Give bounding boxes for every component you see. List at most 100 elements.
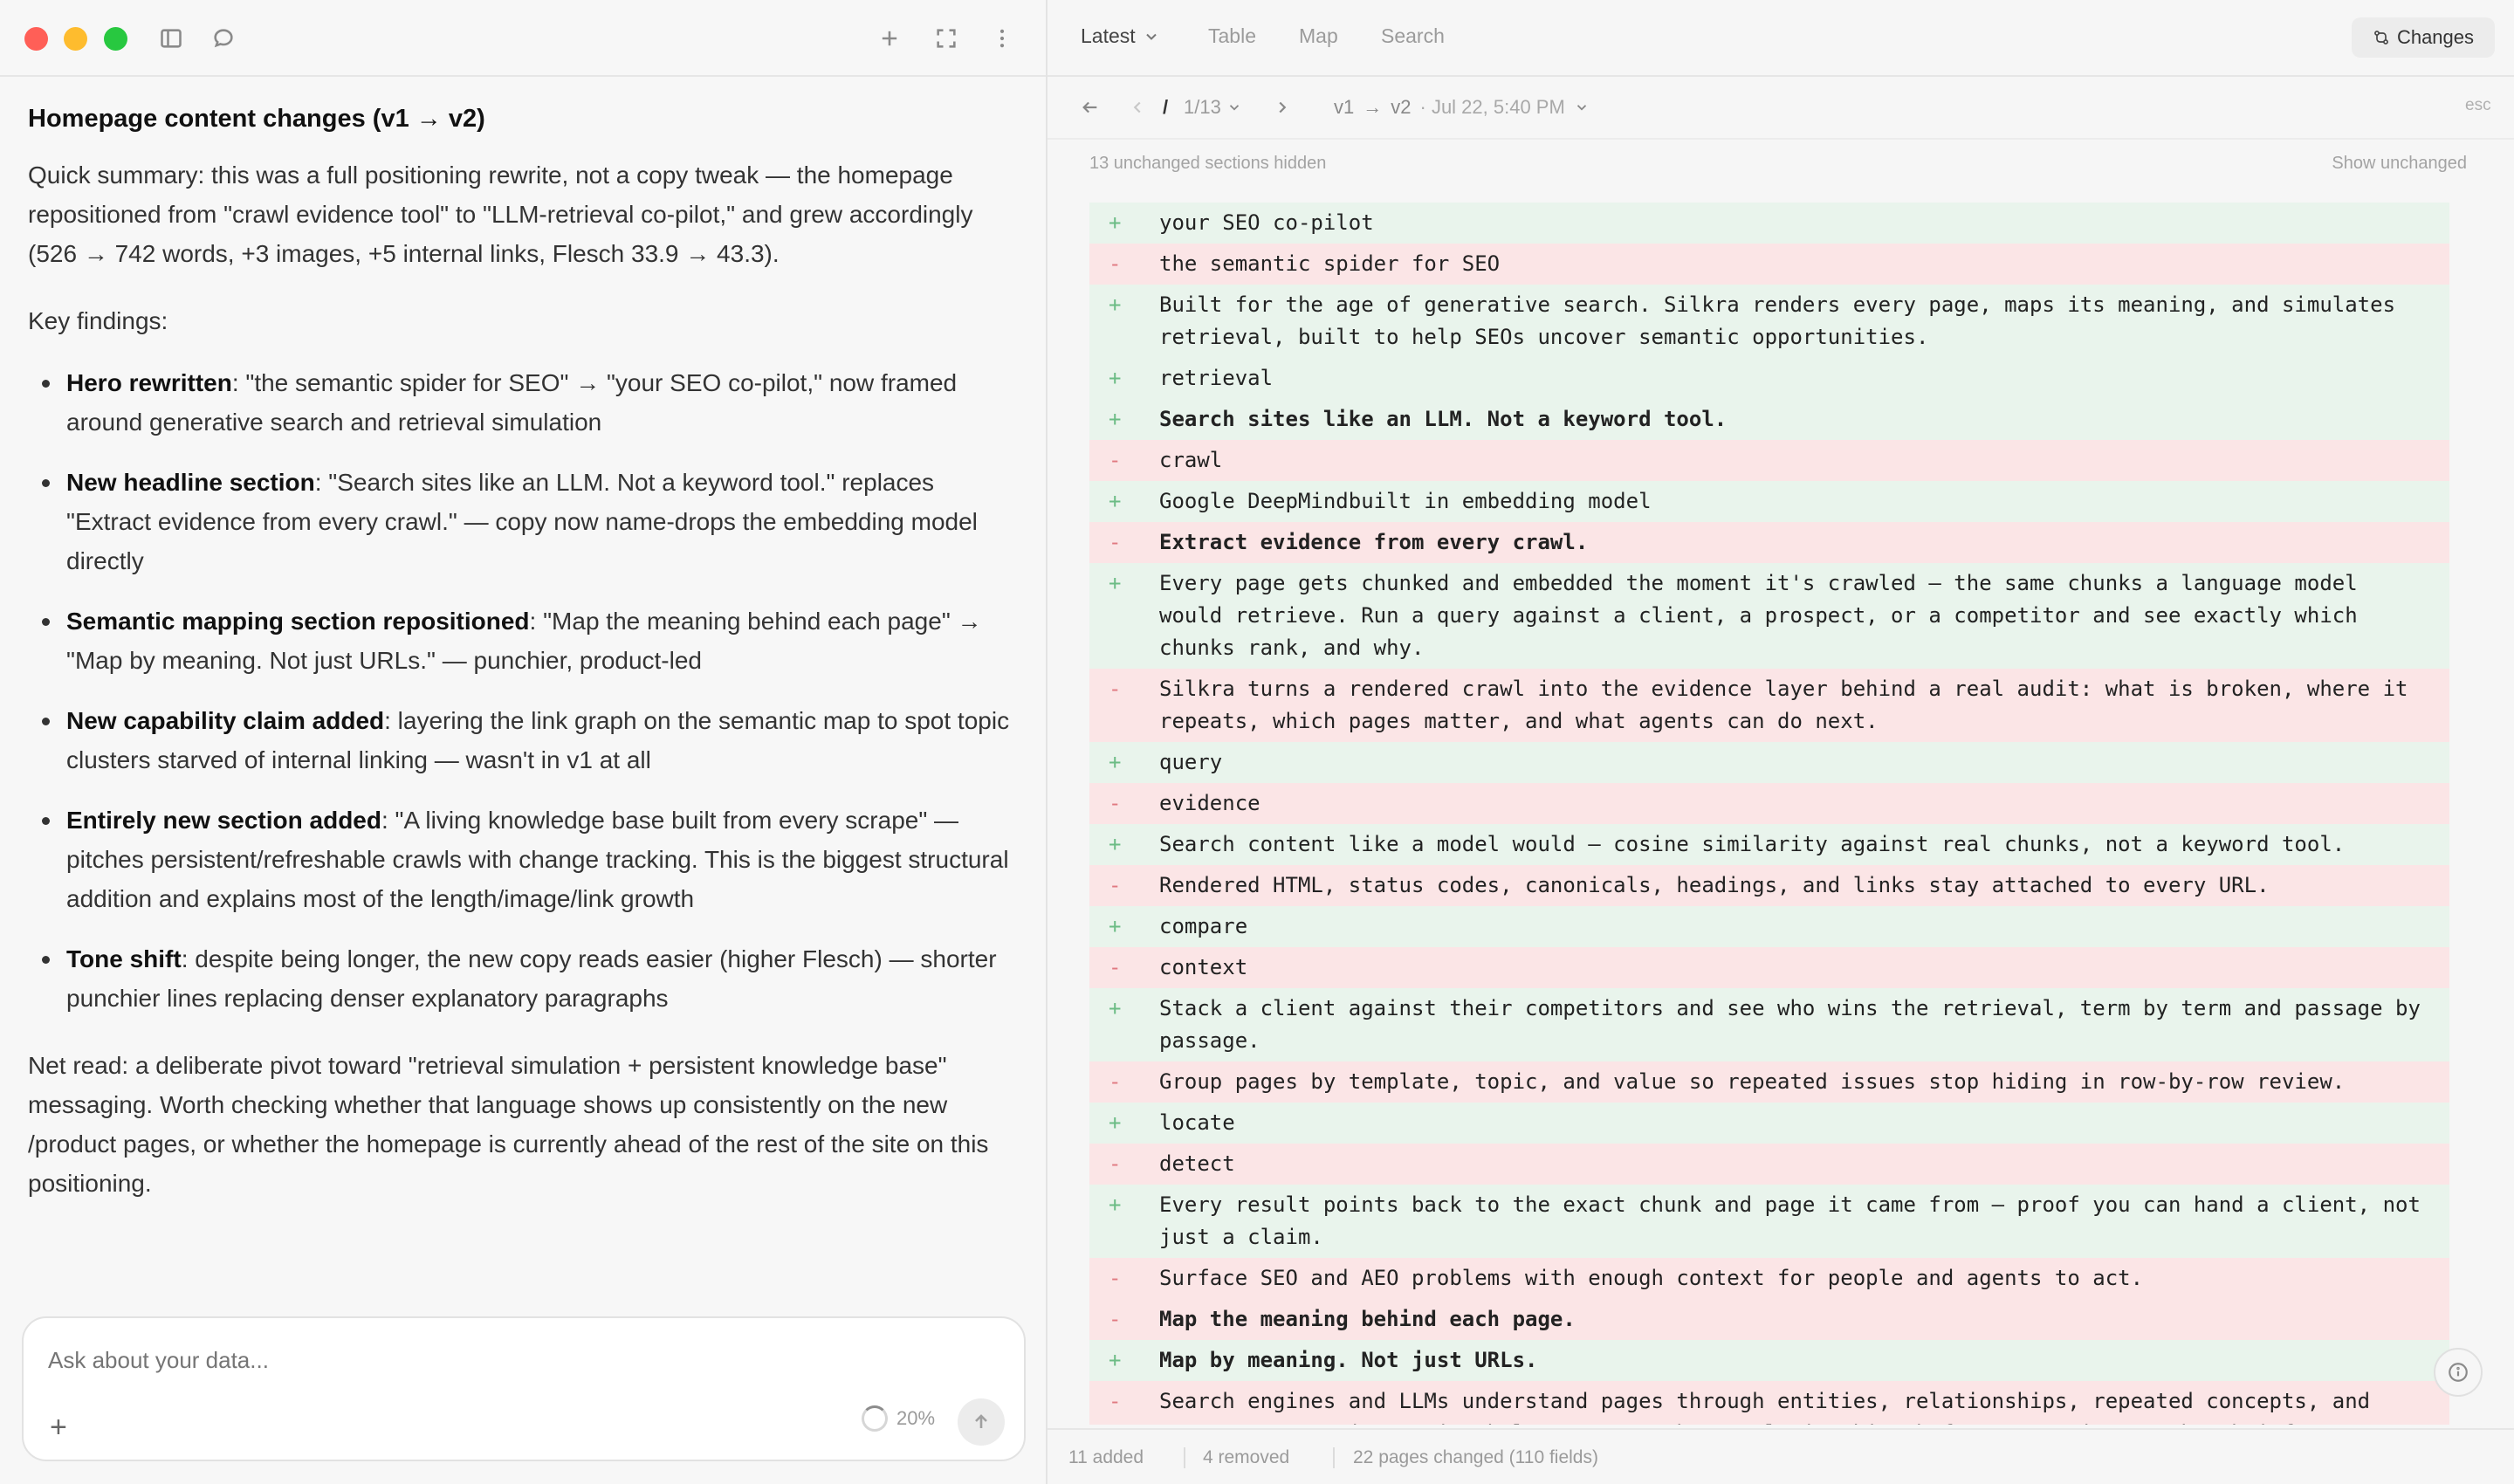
- removed-marker: -: [1109, 1389, 1122, 1413]
- close-window-button[interactable]: [24, 27, 48, 51]
- progress-ring-icon: [862, 1405, 888, 1432]
- to-version: v2: [1391, 96, 1412, 118]
- chevron-down-icon: [1576, 105, 1586, 111]
- diff-text: Rendered HTML, status codes, canonicals,…: [1159, 873, 2270, 897]
- diff-text: Map by meaning. Not just URLs.: [1159, 1348, 1538, 1372]
- diff-text: the semantic spider for SEO: [1159, 251, 1501, 276]
- unchanged-banner: 13 unchanged sections hidden Show unchan…: [1048, 150, 2514, 180]
- attach-plus-icon[interactable]: +: [50, 1412, 67, 1442]
- back-arrow-icon[interactable]: [1081, 98, 1100, 122]
- window-titlebar: [0, 0, 1046, 77]
- info-icon: [2449, 1363, 2468, 1382]
- tab-search[interactable]: Search: [1381, 24, 1445, 48]
- finding-title: Semantic mapping section repositioned: [66, 608, 530, 635]
- diff-row-added: + Map by meaning. Not just URLs.: [1089, 1340, 2449, 1381]
- prev-page-icon[interactable]: [1128, 98, 1147, 122]
- added-count: 11 added: [1068, 1447, 1144, 1467]
- expand-icon[interactable]: [929, 21, 964, 56]
- diff-text: Group pages by template, topic, and valu…: [1159, 1069, 2346, 1094]
- diff-text: Search content like a model would — cosi…: [1159, 832, 2346, 856]
- removed-count: 4 removed: [1203, 1447, 1290, 1467]
- diff-row-added: + Stack a client against their competitor…: [1089, 988, 2449, 1061]
- pages-changed-count: 22 pages changed (110 fields): [1353, 1447, 1598, 1467]
- info-button[interactable]: [2434, 1348, 2483, 1397]
- chat-bubble-icon[interactable]: [206, 21, 241, 56]
- diff-row-removed: - evidence: [1089, 783, 2449, 824]
- removed-marker: -: [1109, 1307, 1122, 1331]
- diff-text: retrieval: [1159, 366, 1274, 390]
- tab-table[interactable]: Table: [1208, 24, 1256, 48]
- diff-row-removed: - Search engines and LLMs understand page…: [1089, 1381, 2449, 1425]
- diff-row-added: + Search sites like an LLM. Not a keyword…: [1089, 399, 2449, 440]
- removed-marker: -: [1109, 1069, 1122, 1094]
- changes-label: Changes: [2396, 26, 2475, 48]
- diff-row-removed: - Silkra turns a rendered crawl into the …: [1089, 669, 2449, 742]
- finding-title: Entirely new section added: [66, 807, 381, 834]
- assistant-message: Homepage content changes (v1 → v2) Quick…: [28, 98, 1018, 1231]
- diff-text: compare: [1159, 914, 1248, 938]
- finding-text: : despite being longer, the new copy rea…: [66, 945, 997, 1012]
- tab-map[interactable]: Map: [1299, 24, 1338, 48]
- diff-text: context: [1159, 955, 1248, 979]
- minimize-window-button[interactable]: [64, 27, 87, 51]
- tab-latest[interactable]: Latest: [1081, 24, 1160, 48]
- diff-text: your SEO co-pilot: [1159, 210, 1374, 235]
- diff-text: Map the meaning behind each page.: [1159, 1307, 1576, 1331]
- diff-text: Search sites like an LLM. Not a keyword …: [1159, 407, 1728, 431]
- sidebar-toggle-icon[interactable]: [154, 21, 189, 56]
- zoom-window-button[interactable]: [104, 27, 127, 51]
- chat-composer: + 20%: [22, 1316, 1026, 1461]
- diff-row-removed: - context: [1089, 947, 2449, 988]
- from-version: v1: [1334, 96, 1355, 118]
- page-counter-dropdown[interactable]: 1/13: [1184, 96, 1242, 119]
- diff-text: evidence: [1159, 791, 1260, 815]
- esc-hint[interactable]: esc: [2465, 96, 2491, 115]
- diff-text: Surface SEO and AEO problems with enough…: [1159, 1266, 2144, 1290]
- next-page-icon[interactable]: [1273, 98, 1292, 122]
- finding-title: Hero rewritten: [66, 369, 232, 396]
- finding-item: Hero rewritten: "the semantic spider for…: [28, 363, 1018, 442]
- added-marker: +: [1109, 366, 1122, 390]
- finding-item: Semantic mapping section repositioned: "…: [28, 601, 1018, 680]
- chat-pane: Homepage content changes (v1 → v2) Quick…: [0, 0, 1046, 1484]
- removed-marker: -: [1109, 251, 1122, 276]
- footer-divider: [1333, 1447, 1335, 1468]
- diff-text: Extract evidence from every crawl.: [1159, 530, 1589, 554]
- removed-marker: -: [1109, 955, 1122, 979]
- added-marker: +: [1109, 1348, 1122, 1372]
- added-marker: +: [1109, 1192, 1122, 1217]
- context-usage-percent: 20%: [896, 1407, 936, 1429]
- diff-text: Google DeepMindbuilt in embedding model: [1159, 489, 1652, 513]
- changes-pane: Latest Table Map Search Changes / 1/13 v…: [1046, 0, 2514, 1484]
- show-unchanged-link[interactable]: Show unchanged: [2332, 154, 2467, 174]
- diff-row-added: + query: [1089, 742, 2449, 783]
- diff-row-added: + Search content like a model would — cos…: [1089, 824, 2449, 865]
- page-counter: 1/13: [1184, 96, 1221, 118]
- diff-row-added: + locate: [1089, 1103, 2449, 1144]
- finding-title: New capability claim added: [66, 707, 385, 734]
- diff-text: Every result points back to the exact ch…: [1159, 1192, 2421, 1249]
- added-marker: +: [1109, 571, 1122, 595]
- arrow-up-icon: [975, 1414, 987, 1428]
- diff-row-added: + compare: [1089, 906, 2449, 947]
- diff-text: query: [1159, 750, 1223, 774]
- diff-text: Silkra turns a rendered crawl into the e…: [1159, 677, 2408, 733]
- diff-row-removed: - the semantic spider for SEO: [1089, 244, 2449, 285]
- chat-input[interactable]: [48, 1343, 991, 1378]
- added-marker: +: [1109, 996, 1122, 1020]
- changes-button[interactable]: Changes: [2352, 17, 2495, 58]
- diff-row-added: + retrieval: [1089, 358, 2449, 399]
- git-compare-icon: [2374, 31, 2388, 45]
- added-marker: +: [1109, 489, 1122, 513]
- added-marker: +: [1109, 1110, 1122, 1135]
- net-read-paragraph: Net read: a deliberate pivot toward "ret…: [28, 1052, 989, 1197]
- more-vertical-icon[interactable]: [985, 21, 1020, 56]
- plus-icon[interactable]: [872, 21, 907, 56]
- version-range-dropdown[interactable]: v1 → v2 · Jul 22, 5:40 PM: [1334, 96, 1590, 119]
- finding-title: New headline section: [66, 469, 315, 496]
- added-marker: +: [1109, 210, 1122, 235]
- view-tabs: Latest Table Map Search Changes: [1048, 0, 2514, 77]
- added-marker: +: [1109, 914, 1122, 938]
- send-button[interactable]: [958, 1398, 1005, 1446]
- key-findings-label: Key findings:: [28, 307, 168, 334]
